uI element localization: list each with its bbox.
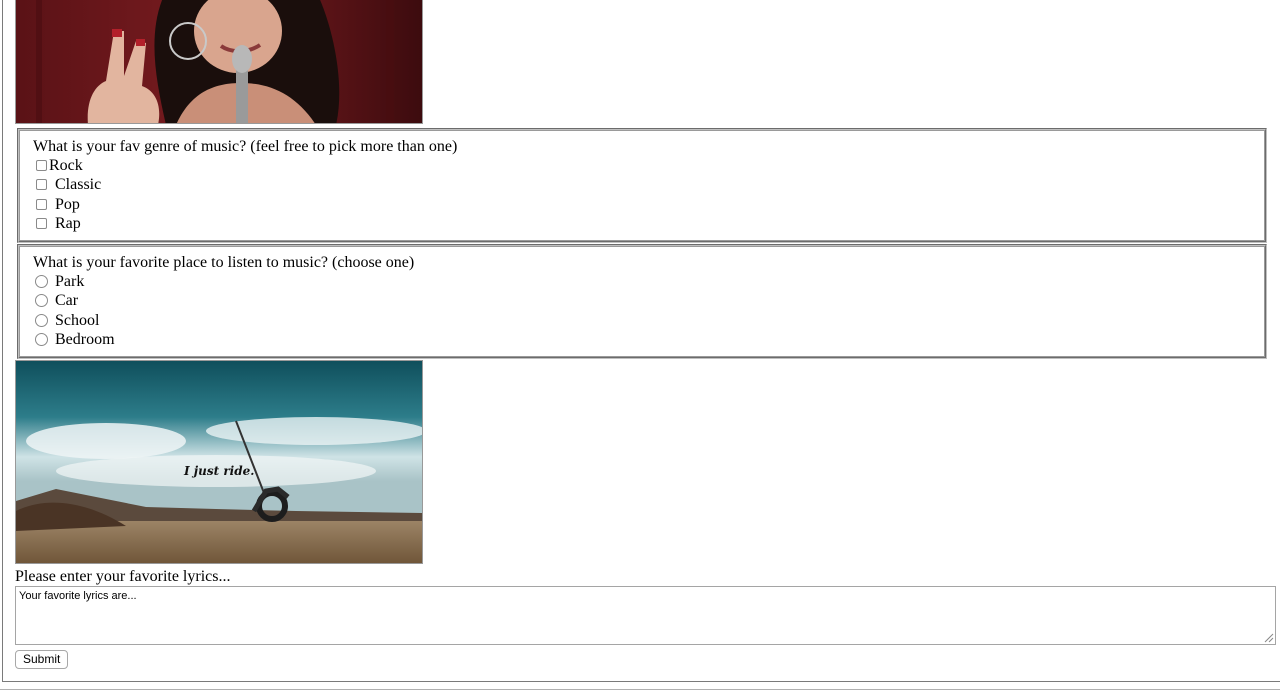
place-option-car: Car bbox=[33, 291, 1265, 310]
genre-option-classic: Classic bbox=[33, 175, 1265, 194]
park-label: Park bbox=[55, 273, 85, 291]
lyrics-label: Please enter your favorite lyrics... bbox=[15, 568, 231, 585]
place-question: What is your favorite place to listen to… bbox=[33, 254, 415, 271]
place-fieldset: What is your favorite place to listen to… bbox=[17, 244, 1267, 359]
bedroom-radio[interactable] bbox=[35, 333, 48, 347]
desert-swing-photo-icon: I just ride. bbox=[16, 361, 422, 563]
genre-option-pop: Pop bbox=[33, 195, 1265, 214]
place-option-park: Park bbox=[33, 272, 1265, 291]
genre-option-rap: Rap bbox=[33, 214, 1265, 233]
car-radio[interactable] bbox=[35, 294, 48, 308]
rap-label: Rap bbox=[55, 215, 81, 233]
rock-checkbox[interactable] bbox=[36, 160, 47, 172]
pop-label: Pop bbox=[55, 195, 80, 213]
genre-fieldset: What is your fav genre of music? (feel f… bbox=[17, 128, 1267, 243]
desert-swing-photo: I just ride. bbox=[15, 360, 423, 564]
genre-option-rock: Rock bbox=[33, 156, 1265, 175]
horizontal-rule bbox=[0, 689, 1280, 690]
submit-button[interactable]: Submit bbox=[15, 650, 69, 669]
car-label: Car bbox=[55, 292, 79, 310]
lyrics-textarea[interactable]: Your favorite lyrics are... bbox=[15, 586, 1276, 645]
rock-label: Rock bbox=[49, 157, 83, 175]
rap-checkbox[interactable] bbox=[36, 218, 47, 230]
pop-checkbox[interactable] bbox=[36, 198, 47, 210]
school-radio[interactable] bbox=[35, 313, 48, 327]
classic-label: Classic bbox=[55, 176, 102, 194]
place-option-school: School bbox=[33, 311, 1265, 330]
resize-handle-icon[interactable] bbox=[1264, 633, 1274, 643]
park-radio[interactable] bbox=[35, 275, 48, 289]
singer-photo-icon bbox=[16, 0, 422, 123]
singer-photo bbox=[15, 0, 423, 124]
classic-checkbox[interactable] bbox=[36, 179, 47, 191]
place-option-bedroom: Bedroom bbox=[33, 330, 1265, 349]
photo-caption: I just ride. bbox=[183, 464, 254, 478]
school-label: School bbox=[55, 311, 100, 329]
genre-question: What is your fav genre of music? (feel f… bbox=[33, 138, 458, 155]
bedroom-label: Bedroom bbox=[55, 331, 115, 349]
